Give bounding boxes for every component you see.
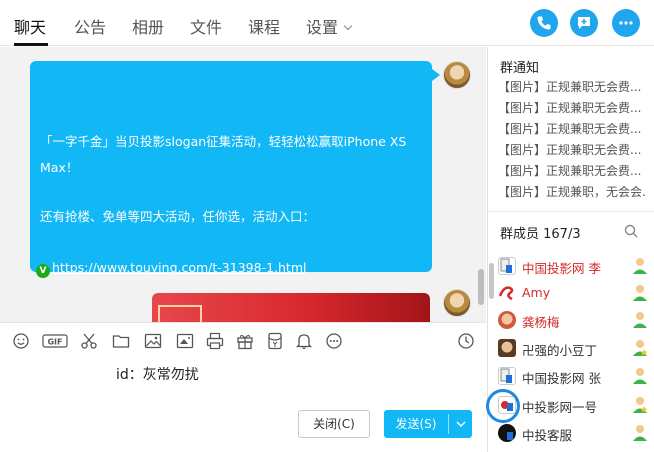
red-packet-icon[interactable] bbox=[266, 332, 284, 350]
member-name: 中国投影网 张 bbox=[522, 371, 601, 386]
member-row[interactable]: 卍强的小豆丁 bbox=[498, 337, 648, 359]
notice-item[interactable]: 【图片】正规兼职无会费... bbox=[498, 99, 646, 116]
group-members-title: 群成员 167/3 bbox=[500, 227, 581, 242]
member-name: 卍强的小豆丁 bbox=[522, 343, 598, 358]
notice-item[interactable]: 【图片】正规兼职无会费... bbox=[498, 120, 646, 137]
history-clock-icon[interactable] bbox=[457, 332, 475, 350]
chevron-down-icon bbox=[343, 21, 353, 31]
top-tab-bar: 聊天 公告 相册 文件 课程 设置 bbox=[0, 0, 654, 46]
member-role-icon bbox=[633, 425, 647, 441]
message-line-3: 还有抢楼、免单等四大活动，任你选，活动入口： bbox=[40, 209, 316, 224]
member-role-icon bbox=[633, 258, 647, 274]
member-row[interactable]: Amy bbox=[498, 282, 648, 304]
message-link[interactable]: https://www.touying.com/t-31398-1.html bbox=[52, 259, 306, 277]
member-avatar bbox=[498, 339, 516, 357]
chat-history[interactable]: 「一字千金」当贝投影slogan征集活动，轻轻松松赢取iPhone XS Max… bbox=[0, 47, 486, 322]
member-row[interactable]: 中投影网一号 bbox=[498, 394, 648, 416]
more-icon bbox=[619, 21, 633, 25]
chat-scrollbar-thumb[interactable] bbox=[478, 269, 484, 305]
screenshot-icon[interactable] bbox=[176, 332, 194, 350]
more-dots-icon[interactable] bbox=[325, 332, 343, 350]
message-bubble[interactable]: 「一字千金」当贝投影slogan征集活动，轻轻松松赢取iPhone XS Max… bbox=[30, 61, 432, 278]
member-role-admin-icon bbox=[633, 340, 648, 356]
chat-scrollbar[interactable] bbox=[476, 47, 484, 322]
printer-icon[interactable] bbox=[206, 332, 224, 350]
member-row[interactable]: 中国投影网 李 bbox=[498, 255, 648, 277]
input-toolbar: GIF bbox=[0, 322, 486, 356]
send-divider bbox=[448, 414, 449, 434]
gift-icon[interactable] bbox=[236, 332, 254, 350]
phone-icon bbox=[537, 16, 551, 30]
member-name: 中国投影网 李 bbox=[522, 261, 601, 276]
verified-badge-icon: V bbox=[36, 264, 50, 278]
member-name: 中投影网一号 bbox=[522, 400, 598, 415]
member-avatar bbox=[498, 424, 516, 442]
image-message[interactable] bbox=[152, 293, 430, 322]
notice-item[interactable]: 【图片】正规兼职无会费... bbox=[498, 78, 646, 95]
emoji-icon[interactable] bbox=[12, 332, 30, 350]
group-notice-title[interactable]: 群通知 bbox=[500, 57, 539, 76]
message-input-text[interactable]: id：灰常勿扰 bbox=[116, 364, 199, 384]
member-avatar bbox=[498, 311, 516, 329]
member-role-admin-icon bbox=[633, 397, 648, 413]
more-options-button[interactable] bbox=[612, 9, 640, 37]
bubble-tail bbox=[432, 69, 440, 81]
new-message-button[interactable] bbox=[570, 9, 598, 37]
members-scrollbar[interactable] bbox=[489, 263, 494, 299]
tab-album[interactable]: 相册 bbox=[132, 14, 164, 38]
phone-call-button[interactable] bbox=[530, 9, 558, 37]
member-role-icon bbox=[633, 285, 647, 301]
member-row[interactable]: 中投客服 bbox=[498, 422, 648, 444]
image-content bbox=[158, 305, 202, 322]
active-tab-indicator bbox=[14, 43, 48, 46]
member-row[interactable]: 龚杨梅 bbox=[498, 309, 648, 331]
notice-item[interactable]: 【图片】正规兼职，无会会... bbox=[498, 183, 646, 200]
sender-avatar[interactable] bbox=[443, 61, 471, 89]
send-options-dropdown[interactable] bbox=[450, 410, 472, 438]
gif-label: GIF bbox=[47, 338, 62, 347]
message-line-1: 「一字千金」当贝投影slogan征集活动，轻轻松松赢取iPhone XS bbox=[40, 134, 407, 149]
scissors-icon[interactable] bbox=[80, 332, 98, 350]
sender-avatar-2[interactable] bbox=[443, 289, 471, 317]
member-avatar bbox=[498, 284, 516, 302]
chevron-down-icon bbox=[456, 421, 466, 428]
member-avatar bbox=[498, 257, 516, 275]
member-avatar bbox=[498, 367, 516, 385]
tab-files[interactable]: 文件 bbox=[190, 14, 222, 38]
group-side-panel: 群通知 【图片】正规兼职无会费... 【图片】正规兼职无会费... 【图片】正规… bbox=[486, 47, 654, 452]
member-role-icon bbox=[633, 368, 647, 384]
tab-announcement[interactable]: 公告 bbox=[74, 14, 106, 38]
tab-courses[interactable]: 课程 bbox=[248, 14, 280, 38]
tab-chat[interactable]: 聊天 bbox=[14, 14, 46, 38]
message-line-2: Max！ bbox=[40, 160, 79, 175]
member-role-icon bbox=[633, 312, 647, 328]
close-button[interactable]: 关闭(C) bbox=[298, 410, 370, 438]
notice-item[interactable]: 【图片】正规兼职无会费... bbox=[498, 162, 646, 179]
image-icon[interactable] bbox=[144, 332, 162, 350]
highlight-ring bbox=[486, 389, 520, 423]
bell-icon[interactable] bbox=[295, 332, 313, 350]
member-name: 中投客服 bbox=[522, 428, 573, 443]
notice-item[interactable]: 【图片】正规兼职无会费... bbox=[498, 141, 646, 158]
search-icon[interactable] bbox=[624, 224, 638, 238]
tab-settings[interactable]: 设置 bbox=[306, 14, 353, 38]
panel-divider bbox=[488, 211, 654, 212]
member-row[interactable]: 中国投影网 张 bbox=[498, 365, 648, 387]
folder-icon[interactable] bbox=[112, 332, 130, 350]
message-plus-icon bbox=[578, 17, 590, 29]
member-name: Amy bbox=[522, 285, 551, 300]
send-button-label: 发送(S) bbox=[395, 417, 437, 431]
message-input-area[interactable]: id：灰常勿扰 关闭(C) 发送(S) bbox=[0, 356, 486, 452]
member-name: 龚杨梅 bbox=[522, 315, 560, 330]
tab-settings-label: 设置 bbox=[306, 18, 339, 37]
gif-icon[interactable]: GIF bbox=[42, 332, 68, 350]
send-button[interactable]: 发送(S) bbox=[384, 410, 472, 438]
